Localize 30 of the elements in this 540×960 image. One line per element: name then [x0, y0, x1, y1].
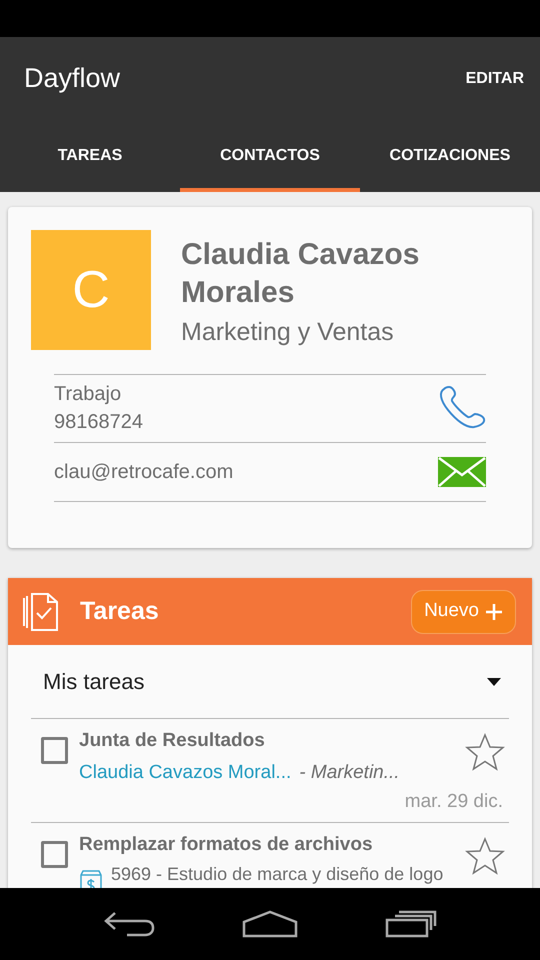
task-title[interactable]: Remplazar formatos de archivos: [79, 833, 373, 857]
filter-dropdown[interactable]: Mis tareas: [31, 645, 509, 719]
mail-icon[interactable]: [438, 456, 486, 486]
tasks-title: Tareas: [80, 596, 159, 627]
avatar: C: [31, 230, 151, 350]
due-date: mar. 29 dic.: [404, 790, 503, 814]
star-icon[interactable]: [465, 837, 505, 875]
clipboard-check-icon: [22, 592, 60, 632]
app-title: Dayflow: [24, 62, 120, 96]
department: Marketing y Ventas: [181, 317, 395, 348]
home-icon[interactable]: [242, 910, 298, 938]
checkbox[interactable]: [41, 737, 68, 764]
quote-text: 5969 - Estudio de marca y diseño de logo: [111, 863, 444, 886]
edit-button[interactable]: EDITAR: [466, 66, 524, 90]
tab[interactable]: CONTACTOS: [180, 120, 360, 192]
recent-apps-icon[interactable]: [384, 910, 437, 938]
back-icon[interactable]: [103, 910, 156, 938]
phone-label: Trabajo: [54, 382, 122, 407]
company-name: - Marketin...: [299, 761, 400, 785]
star-icon[interactable]: [465, 733, 505, 771]
dropdown-arrow-icon: [487, 678, 501, 686]
task-title[interactable]: Junta de Resultados: [79, 729, 265, 753]
tab[interactable]: COTIZACIONES: [360, 120, 540, 192]
phone-icon[interactable]: [438, 386, 486, 430]
plus-icon: [485, 602, 503, 620]
phone-number: 98168724: [54, 410, 143, 435]
contact-name: Claudia Cavazos Morales: [181, 237, 420, 311]
checkbox[interactable]: [41, 841, 68, 868]
email-address: clau@retrocafe.com: [54, 460, 234, 484]
tab[interactable]: TAREAS: [0, 120, 180, 192]
